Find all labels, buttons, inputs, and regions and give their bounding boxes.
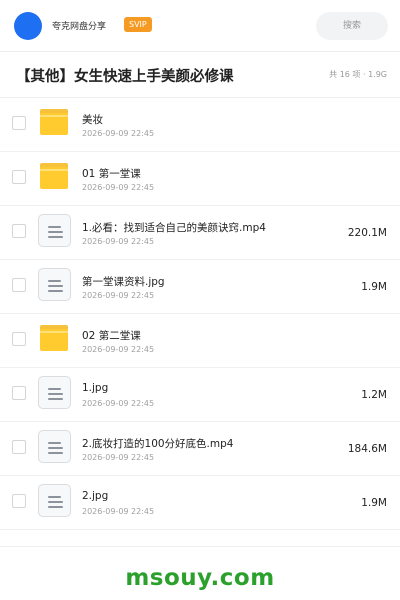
footer: msouy.com	[0, 546, 400, 600]
file-date: 2026-09-09 22:45	[82, 291, 155, 300]
file-row[interactable]: 第一堂课资料.jpg 2026-09-09 22:45 1.9M	[0, 260, 400, 314]
file-icon	[38, 268, 71, 301]
file-date: 2026-09-09 22:45	[82, 453, 155, 462]
file-name[interactable]: 美妆	[82, 112, 103, 127]
file-icon	[38, 214, 71, 247]
file-name[interactable]: 2.jpg	[82, 490, 108, 502]
file-icon	[38, 484, 71, 517]
file-row[interactable]: 01 第一堂课 2026-09-09 22:45	[0, 152, 400, 206]
select-checkbox[interactable]	[12, 224, 26, 238]
file-date: 2026-09-09 22:45	[82, 129, 155, 138]
file-size: 220.1M	[347, 227, 387, 239]
file-size: 1.9M	[361, 281, 387, 293]
search-button[interactable]: 搜索	[316, 12, 388, 40]
svip-badge: SVIP	[124, 17, 152, 32]
file-row[interactable]: 美妆 2026-09-09 22:45	[0, 98, 400, 152]
file-icon	[38, 430, 71, 463]
file-date: 2026-09-09 22:45	[82, 345, 155, 354]
file-row[interactable]: 1.jpg 2026-09-09 22:45 1.2M	[0, 368, 400, 422]
select-checkbox[interactable]	[12, 440, 26, 454]
top-bar: 夸克网盘分享 SVIP 搜索	[0, 0, 400, 52]
page-title: 【其他】女生快速上手美颜必修课	[16, 69, 234, 85]
file-name[interactable]: 1.jpg	[82, 382, 108, 394]
file-date: 2026-09-09 22:45	[82, 237, 155, 246]
file-name[interactable]: 第一堂课资料.jpg	[82, 274, 165, 289]
file-name[interactable]: 1.必看：找到适合自己的美颜诀窍.mp4	[82, 220, 266, 235]
folder-icon	[40, 325, 68, 351]
select-checkbox[interactable]	[12, 116, 26, 130]
select-checkbox[interactable]	[12, 278, 26, 292]
share-owner-name: 夸克网盘分享	[52, 22, 107, 32]
file-date: 2026-09-09 22:45	[82, 183, 155, 192]
file-row[interactable]: 2.底妆打造的100分好底色.mp4 2026-09-09 22:45 184.6M	[0, 422, 400, 476]
folder-icon	[40, 109, 68, 135]
file-row[interactable]: 1.必看：找到适合自己的美颜诀窍.mp4 2026-09-09 22:45 220.…	[0, 206, 400, 260]
file-date: 2026-09-09 22:45	[82, 399, 155, 408]
select-checkbox[interactable]	[12, 170, 26, 184]
watermark-logo: msouy.com	[125, 565, 275, 591]
file-list: 美妆 2026-09-09 22:45 01 第一堂课 2026-09-09 22:4…	[0, 98, 400, 530]
select-checkbox[interactable]	[12, 494, 26, 508]
file-icon	[38, 376, 71, 409]
file-name[interactable]: 01 第一堂课	[82, 166, 141, 181]
file-size: 1.2M	[361, 389, 387, 401]
file-date: 2026-09-09 22:45	[82, 507, 155, 516]
file-size: 184.6M	[347, 443, 387, 455]
file-name[interactable]: 02 第二堂课	[82, 328, 141, 343]
file-name[interactable]: 2.底妆打造的100分好底色.mp4	[82, 436, 233, 451]
file-size: 1.9M	[361, 497, 387, 509]
folder-icon	[40, 163, 68, 189]
select-checkbox[interactable]	[12, 386, 26, 400]
file-row[interactable]: 2.jpg 2026-09-09 22:45 1.9M	[0, 476, 400, 530]
file-summary: 共 16 项 · 1.9G	[329, 70, 387, 79]
avatar[interactable]	[14, 12, 42, 40]
title-row: 【其他】女生快速上手美颜必修课 共 16 项 · 1.9G	[0, 52, 400, 98]
select-checkbox[interactable]	[12, 332, 26, 346]
file-row[interactable]: 02 第二堂课 2026-09-09 22:45	[0, 314, 400, 368]
